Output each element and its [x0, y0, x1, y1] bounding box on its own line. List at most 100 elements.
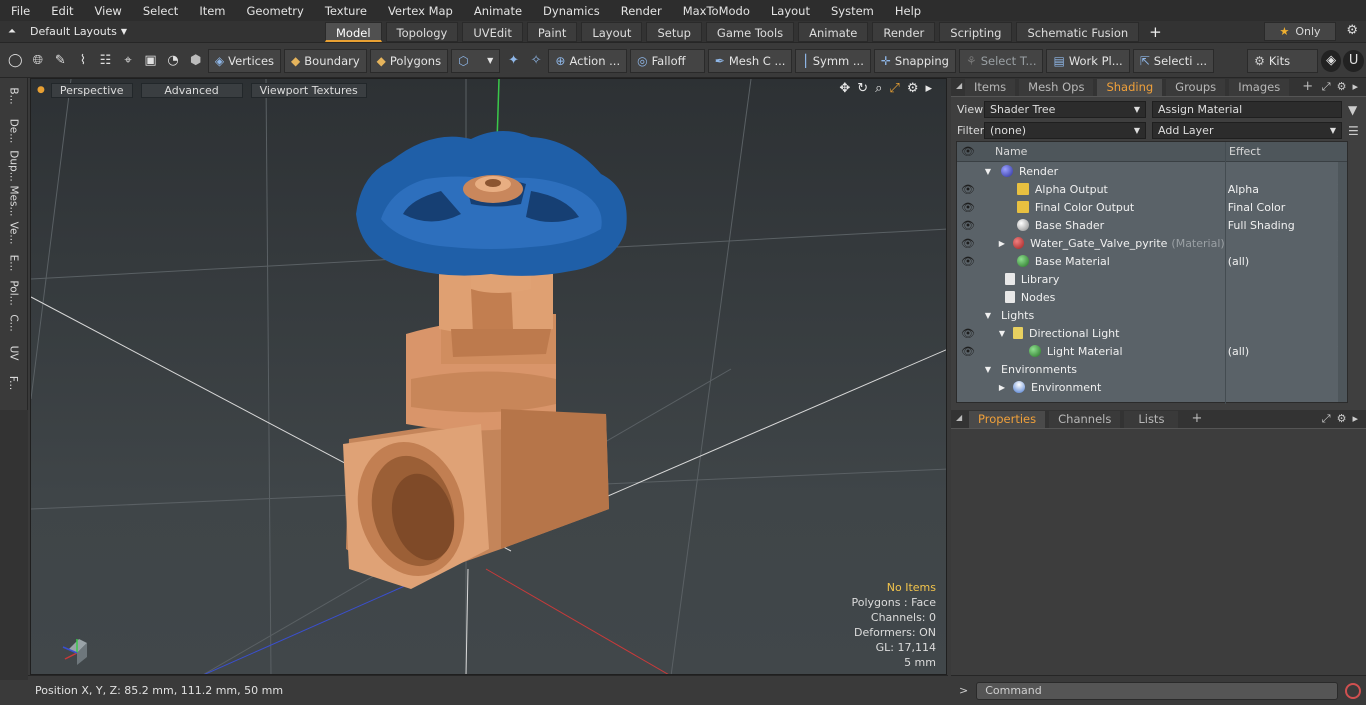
- col-name-header[interactable]: Name: [979, 145, 1225, 158]
- view-select[interactable]: Shader Tree ▼: [984, 101, 1146, 118]
- panel-gear-icon[interactable]: ⚙: [1337, 80, 1347, 94]
- tree-row-directional-light[interactable]: 👁︎ ▼ Directional Light: [957, 324, 1347, 342]
- strip-tab-curve[interactable]: C...: [0, 308, 27, 338]
- selection-sets-button[interactable]: ⇱ Selecti ...: [1132, 48, 1215, 73]
- zoom-view-icon[interactable]: ⌕: [875, 81, 882, 96]
- add-layer-select[interactable]: Add Layer ▼: [1152, 122, 1342, 139]
- tree-row-alpha-output[interactable]: 👁︎ Alpha Output Alpha▼: [957, 180, 1347, 198]
- viewport-settings-icon[interactable]: ⚙: [907, 81, 919, 96]
- strip-tab-vertex[interactable]: Ve...: [0, 218, 27, 248]
- menu-texture[interactable]: Texture: [314, 4, 377, 18]
- unreal-icon[interactable]: U: [1343, 49, 1364, 72]
- eye-icon[interactable]: 👁︎: [957, 255, 979, 268]
- strip-tab-deform[interactable]: De...: [0, 113, 27, 148]
- tab-render[interactable]: Render: [872, 21, 936, 42]
- maximize-panel-icon[interactable]: ⤢: [1322, 80, 1331, 94]
- tab-shading[interactable]: Shading: [1097, 79, 1163, 96]
- tab-uvedit[interactable]: UVEdit: [462, 21, 523, 42]
- expand-arrow-icon[interactable]: ▼: [985, 167, 991, 176]
- tree-row-light-material[interactable]: 👁︎ Light Material (all)▼: [957, 342, 1347, 360]
- maximize-panel-icon[interactable]: ⤢: [1322, 412, 1331, 426]
- panel-menu-icon[interactable]: ▸: [1352, 412, 1358, 426]
- tree-row-valve-material[interactable]: 👁︎ ▶ Water_Gate_Valve_pyrite(Material) ▼: [957, 234, 1347, 252]
- snap-icon[interactable]: ✦: [503, 50, 524, 72]
- symmetry-button[interactable]: ⎮ Symm ...: [795, 48, 871, 73]
- viewport-textures-button[interactable]: Viewport Textures: [250, 82, 367, 98]
- expand-arrow-icon[interactable]: ▼: [999, 329, 1005, 338]
- falloff-button[interactable]: ◎ Falloff: [630, 48, 705, 73]
- tab-schematic-fusion[interactable]: Schematic Fusion: [1016, 21, 1140, 42]
- strip-tab-fusion[interactable]: F...: [0, 368, 27, 398]
- tree-row-library[interactable]: Library: [957, 270, 1347, 288]
- strip-tab-basic[interactable]: B...: [0, 78, 27, 113]
- eye-icon[interactable]: 👁︎: [957, 183, 979, 196]
- panel-menu-icon[interactable]: ▸: [1352, 80, 1358, 94]
- strip-tab-uv[interactable]: UV: [0, 338, 27, 368]
- menu-help[interactable]: Help: [884, 4, 931, 18]
- menu-edit[interactable]: Edit: [40, 4, 83, 18]
- eye-icon[interactable]: 👁︎: [957, 327, 979, 340]
- rotate-icon[interactable]: ◔: [163, 50, 184, 72]
- col-effect-header[interactable]: Effect: [1225, 145, 1261, 158]
- menu-animate[interactable]: Animate: [463, 4, 532, 18]
- vertices-button[interactable]: ◈ Vertices: [207, 48, 282, 73]
- tab-scripting[interactable]: Scripting: [939, 21, 1013, 42]
- row-effect[interactable]: Full Shading▼: [1224, 219, 1347, 232]
- row-effect[interactable]: (all)▼: [1224, 345, 1347, 358]
- eye-icon[interactable]: 👁︎: [957, 237, 979, 250]
- row-effect[interactable]: ▼: [1225, 239, 1347, 248]
- menu-vertex-map[interactable]: Vertex Map: [377, 4, 463, 18]
- tree-row-nodes[interactable]: Nodes: [957, 288, 1347, 306]
- tab-layout[interactable]: Layout: [581, 21, 643, 42]
- maximize-view-icon[interactable]: ⤢: [889, 81, 899, 96]
- only-toggle[interactable]: ★ Only: [1264, 22, 1336, 41]
- workplane-button[interactable]: ▤ Work Pl...: [1046, 48, 1130, 73]
- tree-row-base-material[interactable]: 👁︎ Base Material (all)▼: [957, 252, 1347, 270]
- strip-tab-mesh[interactable]: Mes...: [0, 183, 27, 218]
- align-icon[interactable]: ☷: [95, 50, 116, 72]
- eye-icon[interactable]: 👁︎: [957, 219, 979, 232]
- brush-icon[interactable]: ⌇: [73, 50, 94, 72]
- menu-maxtomodo[interactable]: MaxToModo: [672, 4, 760, 18]
- tab-setup[interactable]: Setup: [646, 21, 702, 42]
- viewport-menu-icon[interactable]: ▸: [925, 81, 932, 96]
- polygons-button[interactable]: ◆ Polygons: [369, 48, 449, 73]
- tab-images[interactable]: Images: [1229, 79, 1290, 96]
- tree-row-final-color-output[interactable]: 👁︎ Final Color Output Final Color▼: [957, 198, 1347, 216]
- menu-render[interactable]: Render: [610, 4, 672, 18]
- record-macro-icon[interactable]: [1345, 682, 1362, 699]
- boundary-button[interactable]: ◆ Boundary: [284, 48, 367, 73]
- tree-row-render[interactable]: ▼ Render: [957, 162, 1347, 180]
- add-panel-tab-icon[interactable]: +: [1182, 411, 1211, 428]
- perspective-button[interactable]: Perspective: [50, 82, 133, 98]
- menu-geometry[interactable]: Geometry: [236, 4, 314, 18]
- menu-view[interactable]: View: [84, 4, 132, 18]
- snapping-button[interactable]: ✛ Snapping: [873, 48, 956, 73]
- select-circle-icon[interactable]: ◯: [5, 50, 26, 72]
- strip-tab-polygon[interactable]: Pol...: [0, 278, 27, 308]
- row-effect[interactable]: Alpha▼: [1224, 183, 1347, 196]
- select-through-button[interactable]: ⚘ Select T...: [958, 48, 1044, 73]
- strip-tab-edge[interactable]: E...: [0, 248, 27, 278]
- menu-file[interactable]: File: [0, 4, 40, 18]
- kits-button[interactable]: ⚙ Kits: [1247, 48, 1318, 73]
- expand-arrow-icon[interactable]: ▶: [999, 383, 1005, 392]
- gear-icon[interactable]: ⚙: [1346, 23, 1358, 38]
- add-panel-tab-icon[interactable]: +: [1293, 79, 1322, 96]
- strip-tab-duplicate[interactable]: Dup...: [0, 148, 27, 183]
- filter-funnel-icon[interactable]: ▼: [1348, 103, 1357, 117]
- eye-icon[interactable]: 👁︎: [957, 201, 979, 214]
- mesh-constraint-button[interactable]: ✒ Mesh C ...: [707, 48, 793, 73]
- tab-channels[interactable]: Channels: [1049, 411, 1121, 428]
- tree-row-environment[interactable]: ▶ Environment: [957, 378, 1347, 396]
- command-input[interactable]: Command: [976, 681, 1339, 700]
- item-mode-button[interactable]: ⬡ ▼: [451, 48, 501, 73]
- menu-layout[interactable]: Layout: [760, 4, 820, 18]
- list-options-icon[interactable]: ☰: [1348, 124, 1359, 138]
- unity-icon[interactable]: ◈: [1320, 49, 1342, 72]
- assign-material-select[interactable]: Assign Material: [1152, 101, 1342, 118]
- tab-lists[interactable]: Lists: [1124, 411, 1179, 428]
- box-select-icon[interactable]: ▣: [140, 50, 161, 72]
- row-effect[interactable]: (all)▼: [1224, 255, 1347, 268]
- transform-icon[interactable]: ⌖: [118, 50, 139, 72]
